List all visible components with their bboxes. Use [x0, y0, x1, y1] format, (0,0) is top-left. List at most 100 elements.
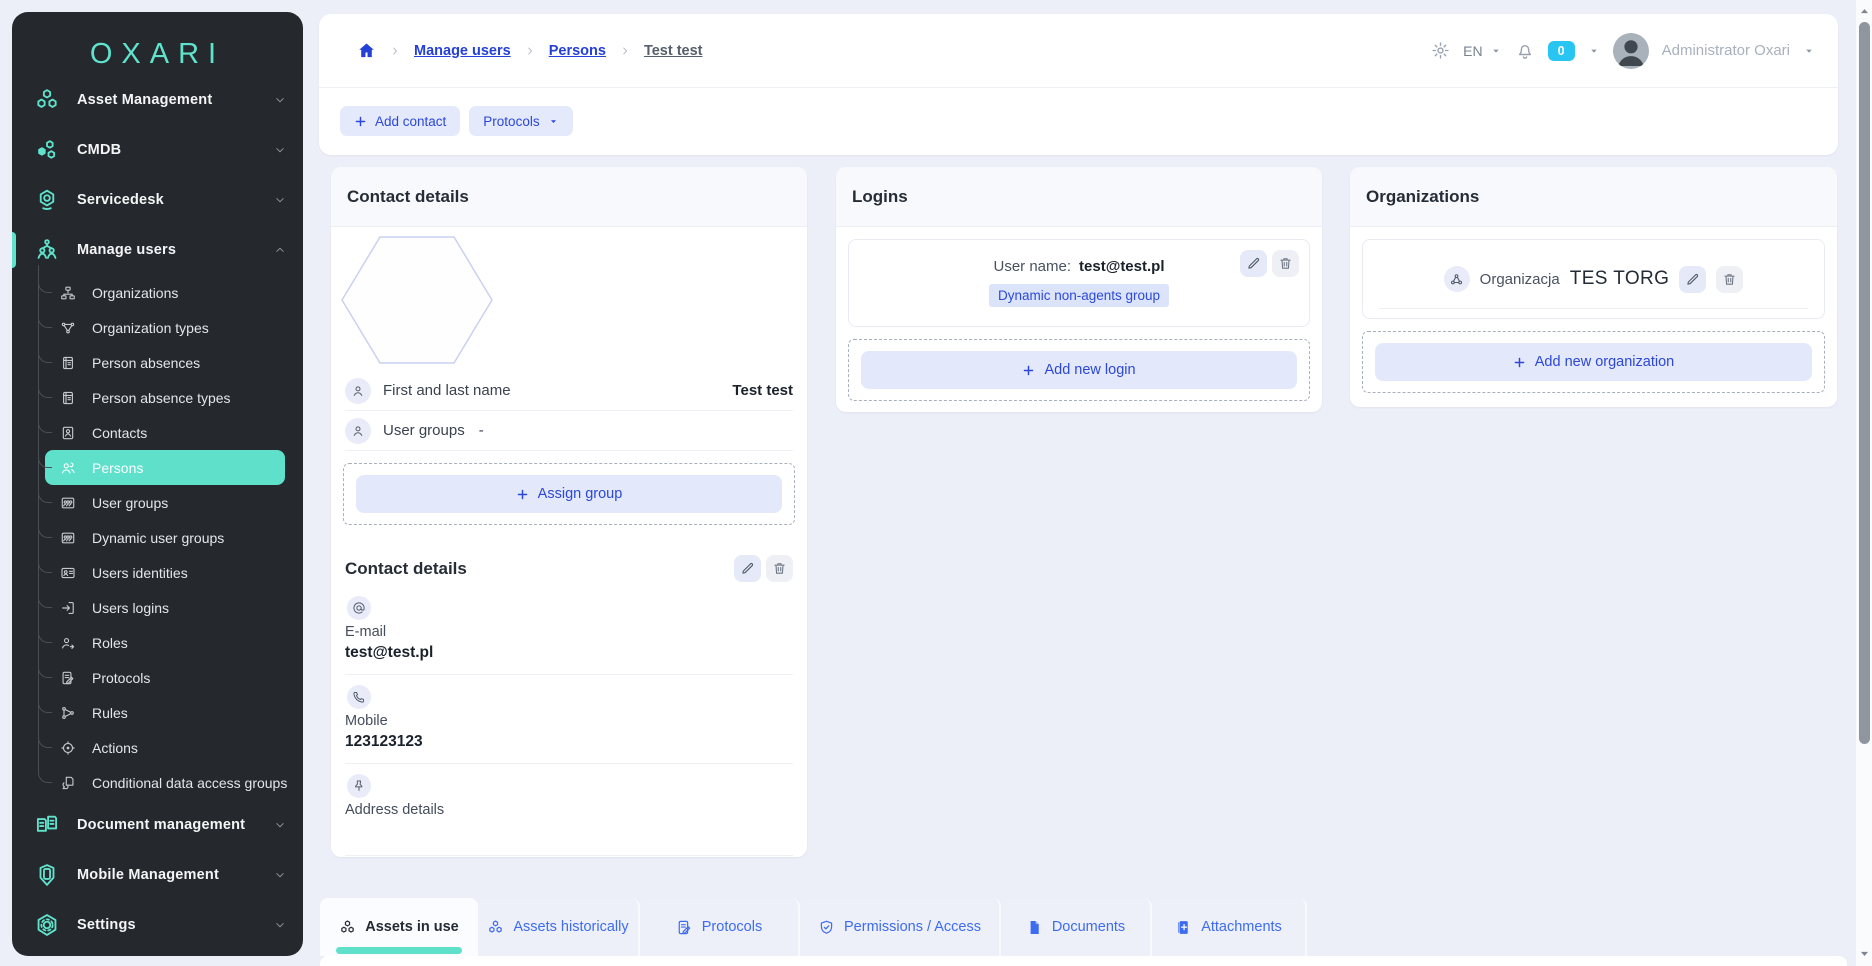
tab[interactable]: Permissions / Access [800, 898, 1001, 956]
tab[interactable]: Protocols [640, 898, 800, 956]
delete-contact-button[interactable] [766, 555, 793, 582]
protocols-dropdown-button[interactable]: Protocols [469, 106, 573, 136]
chevron-down-icon [273, 868, 287, 882]
sidebar-section[interactable]: Servicedesk [12, 175, 303, 225]
sidebar-subitem[interactable]: Organization types [38, 300, 285, 345]
tab[interactable]: Documents [1001, 898, 1152, 956]
sidebar-subitem[interactable]: Contacts [38, 405, 285, 450]
sidebar-section[interactable]: Manage users [12, 225, 303, 275]
bell-icon[interactable] [1515, 41, 1535, 61]
caret-down-icon [1490, 45, 1502, 57]
chevron-right-icon [389, 45, 401, 57]
sidebar-subitem[interactable]: Roles [38, 615, 285, 660]
chevron-down-icon [273, 818, 287, 832]
add-new-organization-label: Add new organization [1534, 354, 1675, 370]
vertical-scrollbar[interactable] [1855, 0, 1872, 966]
tab-label: Attachments [1201, 919, 1282, 935]
chevron-up-icon [273, 243, 287, 257]
user-menu[interactable]: Administrator Oxari [1662, 42, 1790, 59]
edit-organization-button[interactable] [1679, 265, 1707, 293]
assign-group-zone: Assign group [343, 463, 795, 525]
person-icon [351, 424, 365, 438]
sidebar-subitem[interactable]: Person absence types [38, 370, 285, 415]
dynamic-group-chip[interactable]: Dynamic non-agents group [988, 284, 1170, 307]
add-new-organization-button[interactable]: Add new organization [1375, 343, 1812, 381]
tab[interactable]: Assets in use [320, 898, 478, 956]
edit-contact-button[interactable] [734, 555, 761, 582]
card-title: Organizations [1350, 167, 1837, 227]
scroll-up-icon[interactable] [1858, 5, 1871, 18]
bottom-tabbar: Assets in use Assets historically Protoc… [320, 898, 1307, 956]
chevron-right-icon [524, 45, 536, 57]
pencil-icon [1246, 256, 1261, 271]
assign-group-button[interactable]: Assign group [356, 475, 782, 513]
sidebar-subitem[interactable]: Organizations [38, 265, 285, 310]
email-value: test@test.pl [345, 644, 434, 661]
gear-icon[interactable] [1431, 41, 1450, 60]
caret-down-icon[interactable] [1803, 45, 1815, 57]
scrollbar-thumb[interactable] [1859, 22, 1870, 744]
address-label: Address details [345, 802, 445, 818]
sidebar-subitem[interactable]: Persons [38, 440, 285, 485]
sidebar-section[interactable]: Asset Management [12, 75, 303, 125]
organizations-card: Organizations Organizacja TES TORG Add n… [1350, 167, 1837, 407]
delete-login-button[interactable] [1272, 250, 1299, 277]
contact-details-card: Contact details First and last name Test… [331, 167, 807, 857]
plus-icon [516, 488, 529, 501]
manage-users-subnav: Organizations Organization types Person … [12, 265, 303, 800]
sidebar-subitem[interactable]: Rules [38, 685, 285, 730]
scroll-down-icon[interactable] [1858, 947, 1871, 960]
sidebar-subitem[interactable]: Person absences [38, 335, 285, 380]
field-value: Test test [732, 382, 793, 399]
breadcrumb-persons[interactable]: Persons [549, 43, 606, 59]
users-identities-icon [60, 565, 76, 581]
tab[interactable]: Attachments [1152, 898, 1307, 956]
conditional-data-access-icon [60, 775, 76, 791]
tab-label: Assets in use [365, 919, 459, 935]
language-selector[interactable]: EN [1463, 43, 1501, 59]
sidebar-subitem[interactable]: Dynamic user groups [38, 510, 285, 555]
assets-icon [339, 919, 356, 936]
notification-badge[interactable]: 0 [1547, 40, 1575, 61]
field-row-user-groups: User groups - [345, 411, 793, 451]
sidebar-bottom-sections: Document management Mobile Management Se… [12, 800, 303, 950]
document-management-icon [34, 812, 60, 838]
field-value: - [478, 422, 484, 439]
pencil-icon [740, 561, 755, 576]
dynamic-user-groups-icon [60, 530, 76, 546]
sidebar-section[interactable]: Document management [12, 800, 303, 850]
sidebar-nav: Asset Management CMDB Servicedesk Manage… [12, 75, 303, 950]
add-new-login-button[interactable]: Add new login [861, 351, 1297, 389]
user-name-value: test@test.pl [1079, 258, 1165, 275]
breadcrumb-current: Test test [643, 42, 703, 59]
tab-label: Documents [1051, 919, 1126, 935]
sidebar-subitem[interactable]: Actions [38, 720, 285, 765]
sidebar-subitem[interactable]: User groups [38, 475, 285, 520]
avatar[interactable] [1612, 32, 1649, 69]
add-contact-label: Add contact [375, 113, 447, 129]
manage-users-icon [34, 237, 60, 263]
sidebar-subitem[interactable]: Conditional data access groups [38, 755, 287, 800]
edit-login-button[interactable] [1240, 250, 1267, 277]
caret-down-icon[interactable] [1588, 45, 1600, 57]
sidebar-subitem[interactable]: Protocols [38, 650, 285, 695]
organization-badge-icon [1449, 272, 1464, 287]
delete-organization-button[interactable] [1716, 265, 1744, 293]
add-contact-button[interactable]: Add contact [340, 106, 461, 136]
cmdb-icon [34, 137, 60, 163]
sidebar-section[interactable]: Settings [12, 900, 303, 950]
sidebar-section[interactable]: CMDB [12, 125, 303, 175]
tab[interactable]: Assets historically [478, 898, 640, 956]
divider [1379, 308, 1808, 309]
protocol-doc-icon [676, 919, 693, 936]
users-logins-icon [60, 600, 76, 616]
content-panel-edge [320, 956, 1847, 966]
sidebar-subitem[interactable]: Users identities [38, 545, 285, 590]
chevron-right-icon [619, 45, 631, 57]
sidebar-subitem[interactable]: Users logins [38, 580, 285, 625]
home-icon[interactable] [357, 41, 376, 60]
tab-label: Permissions / Access [844, 919, 981, 935]
servicedesk-icon [34, 187, 60, 213]
breadcrumb-manage-users[interactable]: Manage users [414, 43, 511, 59]
sidebar-section[interactable]: Mobile Management [12, 850, 303, 900]
